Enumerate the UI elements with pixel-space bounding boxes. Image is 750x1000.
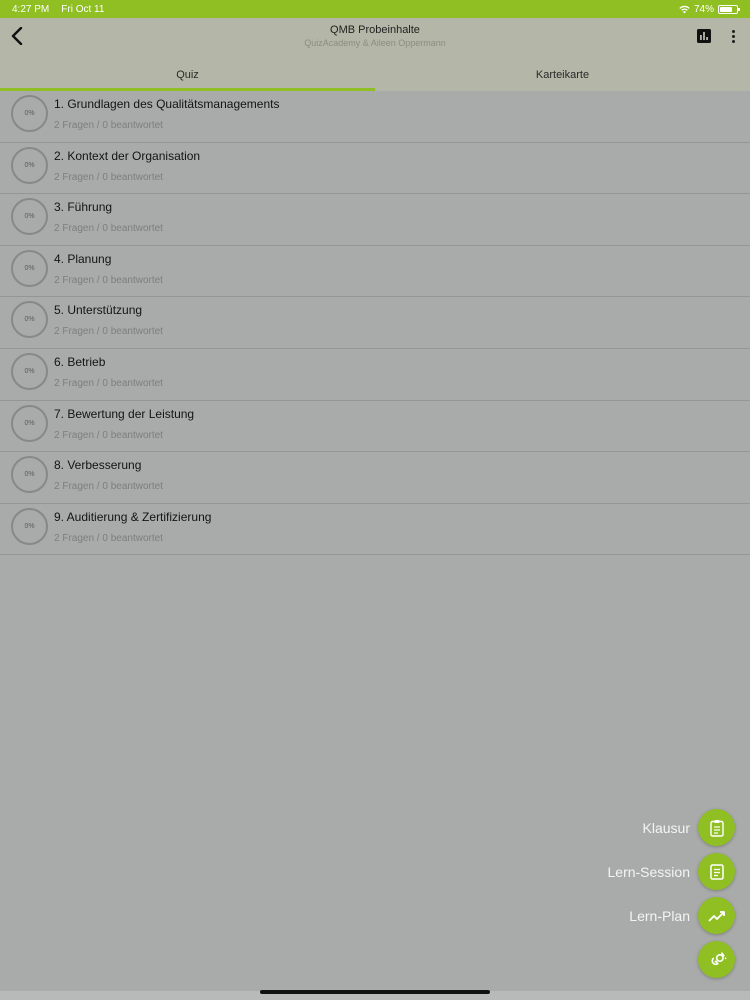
tab-karteikarte[interactable]: Karteikarte bbox=[375, 58, 750, 91]
status-date: Fri Oct 11 bbox=[61, 3, 105, 15]
go-icon bbox=[711, 951, 726, 965]
chapter-item[interactable]: 0% 3. Führung 2 Fragen / 0 beantwortet bbox=[0, 194, 750, 246]
tab-bar: Quiz Karteikarte bbox=[0, 58, 750, 91]
home-indicator[interactable] bbox=[260, 990, 490, 994]
chapter-title: 7. Bewertung der Leistung bbox=[54, 406, 195, 421]
wifi-icon bbox=[679, 5, 690, 13]
fab-button[interactable] bbox=[698, 853, 735, 890]
fab-button[interactable] bbox=[698, 809, 735, 846]
chapter-item[interactable]: 0% 7. Bewertung der Leistung 2 Fragen / … bbox=[0, 401, 750, 453]
chapter-title: 8. Verbesserung bbox=[54, 458, 142, 473]
fab-main[interactable] bbox=[698, 941, 735, 978]
chapter-item[interactable]: 0% 6. Betrieb 2 Fragen / 0 beantwortet bbox=[0, 349, 750, 401]
chapter-item[interactable]: 0% 4. Planung 2 Fragen / 0 beantwortet bbox=[0, 246, 750, 298]
chapter-stats: 2 Fragen / 0 beantwortet bbox=[54, 171, 163, 183]
fab-lern-plan[interactable]: Lern-Plan bbox=[629, 897, 735, 934]
chapter-title: 5. Unterstützung bbox=[54, 303, 143, 318]
battery-percent: 74% bbox=[693, 3, 714, 15]
progress-ring: 0% bbox=[11, 146, 48, 184]
chapter-stats: 2 Fragen / 0 beantwortet bbox=[54, 532, 163, 544]
chapter-stats: 2 Fragen / 0 beantwortet bbox=[54, 120, 163, 131]
statistics-button[interactable] bbox=[696, 28, 712, 44]
progress-ring: 0% bbox=[11, 95, 48, 132]
fab-klausur[interactable]: Klausur bbox=[643, 809, 735, 846]
battery-icon bbox=[718, 4, 740, 14]
chapter-title: 9. Auditierung & Zertifizierung bbox=[54, 509, 212, 524]
progress-ring: 0% bbox=[11, 456, 48, 494]
more-vertical-icon-dot bbox=[731, 39, 735, 43]
chapter-item[interactable]: 0% 8. Verbesserung 2 Fragen / 0 beantwor… bbox=[0, 452, 750, 504]
chapter-stats: 2 Fragen / 0 beantwortet bbox=[54, 377, 163, 389]
nav-header: QMB Probeinhalte QuizAcademy & Aileen Op… bbox=[0, 18, 750, 58]
status-bar: 4:27 PM Fri Oct 11 74% bbox=[0, 0, 750, 18]
page-title: QMB Probeinhalte bbox=[330, 24, 420, 36]
chapter-title: 2. Kontext der Organisation bbox=[54, 148, 201, 163]
more-vertical-icon-dot bbox=[731, 34, 735, 38]
chapter-stats: 2 Fragen / 0 beantwortet bbox=[54, 326, 163, 338]
status-right: 74% bbox=[679, 3, 740, 15]
chapter-item[interactable]: 0% 9. Auditierung & Zertifizierung 2 Fra… bbox=[0, 504, 750, 556]
trending-up-icon bbox=[707, 910, 725, 922]
chapter-stats: 2 Fragen / 0 beantwortet bbox=[54, 429, 163, 441]
fab-go-button[interactable] bbox=[698, 941, 735, 978]
fab-label: Lern-Session bbox=[607, 863, 691, 880]
tab-quiz[interactable]: Quiz bbox=[0, 58, 375, 91]
chapter-title: 1. Grundlagen des Qualitätsmanagements bbox=[54, 97, 280, 111]
more-vertical-icon bbox=[731, 29, 735, 33]
fab-label: Lern-Plan bbox=[629, 907, 690, 924]
progress-ring: 0% bbox=[11, 301, 48, 339]
progress-ring: 0% bbox=[11, 404, 48, 442]
chapter-item[interactable]: 0% 5. Unterstützung 2 Fragen / 0 beantwo… bbox=[0, 297, 750, 349]
fab-label: Klausur bbox=[642, 819, 690, 836]
bar-chart-icon bbox=[697, 29, 711, 43]
chapter-item[interactable]: 0% 1. Grundlagen des Qualitätsmanagement… bbox=[0, 91, 750, 143]
chapter-stats: 2 Fragen / 0 beantwortet bbox=[54, 223, 163, 235]
chapter-item[interactable]: 0% 2. Kontext der Organisation 2 Fragen … bbox=[0, 143, 750, 195]
progress-ring: 0% bbox=[11, 249, 48, 287]
notes-icon bbox=[709, 863, 724, 880]
header-titles: QMB Probeinhalte QuizAcademy & Aileen Op… bbox=[0, 24, 750, 48]
chapter-list: 0% 1. Grundlagen des Qualitätsmanagement… bbox=[0, 91, 750, 556]
chapter-title: 6. Betrieb bbox=[54, 354, 106, 369]
page-subtitle: QuizAcademy & Aileen Oppermann bbox=[304, 38, 446, 48]
more-options-button[interactable] bbox=[726, 26, 740, 46]
progress-ring: 0% bbox=[11, 507, 48, 545]
chapter-title: 4. Planung bbox=[54, 251, 112, 266]
clipboard-icon bbox=[709, 819, 724, 837]
status-time: 4:27 PM bbox=[12, 3, 50, 15]
chapter-stats: 2 Fragen / 0 beantwortet bbox=[54, 481, 163, 493]
progress-ring: 0% bbox=[11, 352, 48, 390]
fab-button[interactable] bbox=[698, 897, 735, 934]
chapter-stats: 2 Fragen / 0 beantwortet bbox=[54, 274, 163, 286]
progress-ring: 0% bbox=[11, 198, 48, 236]
fab-lern-session[interactable]: Lern-Session bbox=[607, 853, 735, 890]
chapter-title: 3. Führung bbox=[54, 200, 113, 215]
